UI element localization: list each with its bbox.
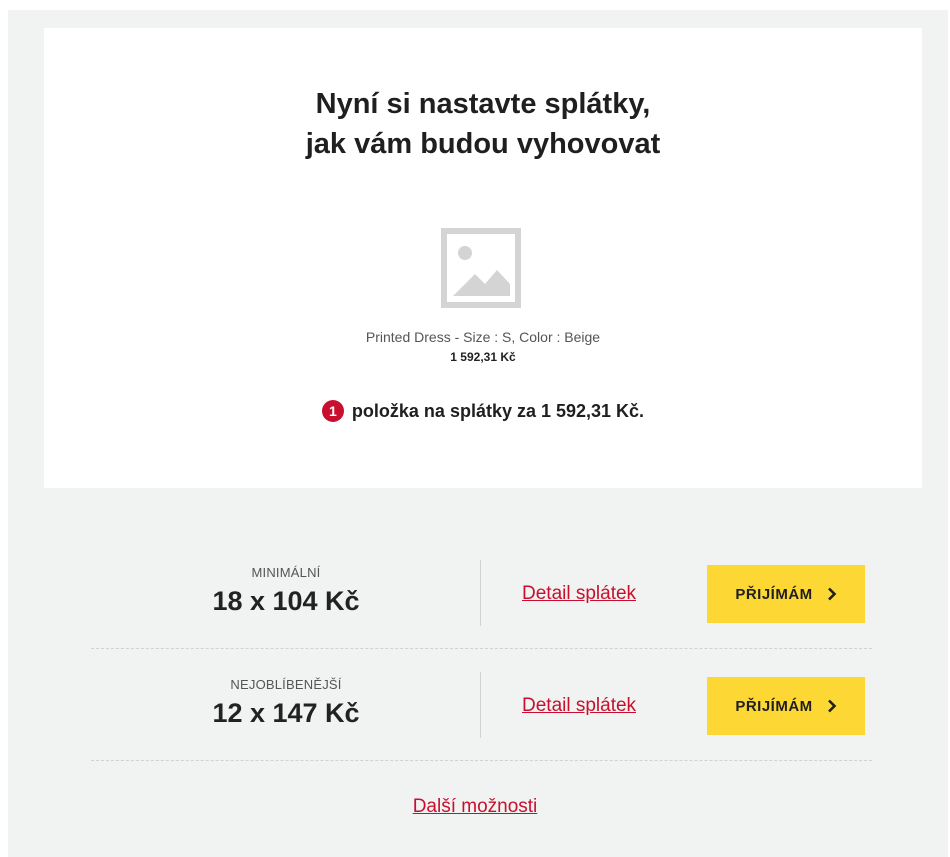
installment-option-minimal: MINIMÁLNÍ 18 x 104 Kč Detail splátek PŘI… bbox=[91, 536, 872, 649]
chevron-right-icon bbox=[827, 699, 837, 713]
installment-summary: 1 položka na splátky za 1 592,31 Kč. bbox=[44, 400, 922, 422]
accept-button-label: PŘIJÍMÁM bbox=[735, 585, 813, 603]
chevron-right-icon bbox=[827, 587, 837, 601]
image-placeholder-icon bbox=[441, 228, 521, 308]
item-count-badge: 1 bbox=[321, 400, 344, 422]
accept-button[interactable]: PŘIJÍMÁM bbox=[707, 677, 865, 735]
product-summary-card: Nyní si nastavte splátky, jak vám budou … bbox=[44, 28, 922, 488]
accept-button[interactable]: PŘIJÍMÁM bbox=[707, 565, 865, 623]
installment-option-popular: NEJOBLÍBENĚJŠÍ 12 x 147 Kč Detail spláte… bbox=[91, 648, 872, 761]
title-line-2: jak vám budou vyhovovat bbox=[305, 128, 661, 160]
page-title: Nyní si nastavte splátky, jak vám budou … bbox=[44, 84, 922, 164]
more-options-link[interactable]: Další možnosti bbox=[413, 796, 538, 817]
option-amount: 12 x 147 Kč bbox=[212, 698, 360, 728]
more-options: Další možnosti bbox=[0, 796, 950, 818]
option-label: NEJOBLÍBENĚJŠÍ bbox=[230, 677, 342, 692]
vertical-divider bbox=[480, 672, 481, 738]
option-label: MINIMÁLNÍ bbox=[251, 565, 321, 580]
page-background: Nyní si nastavte splátky, jak vám budou … bbox=[8, 10, 948, 857]
product-name: Printed Dress - Size : S, Color : Beige bbox=[365, 329, 601, 345]
vertical-divider bbox=[480, 560, 481, 626]
title-line-1: Nyní si nastavte splátky, bbox=[315, 88, 651, 120]
product-price: 1 592,31 Kč bbox=[450, 350, 516, 364]
accept-button-label: PŘIJÍMÁM bbox=[735, 697, 813, 715]
option-amount: 18 x 104 Kč bbox=[212, 586, 360, 616]
installment-detail-link[interactable]: Detail splátek bbox=[522, 695, 636, 717]
summary-text: položka na splátky za 1 592,31 Kč. bbox=[351, 401, 645, 421]
installment-detail-link[interactable]: Detail splátek bbox=[522, 583, 636, 605]
